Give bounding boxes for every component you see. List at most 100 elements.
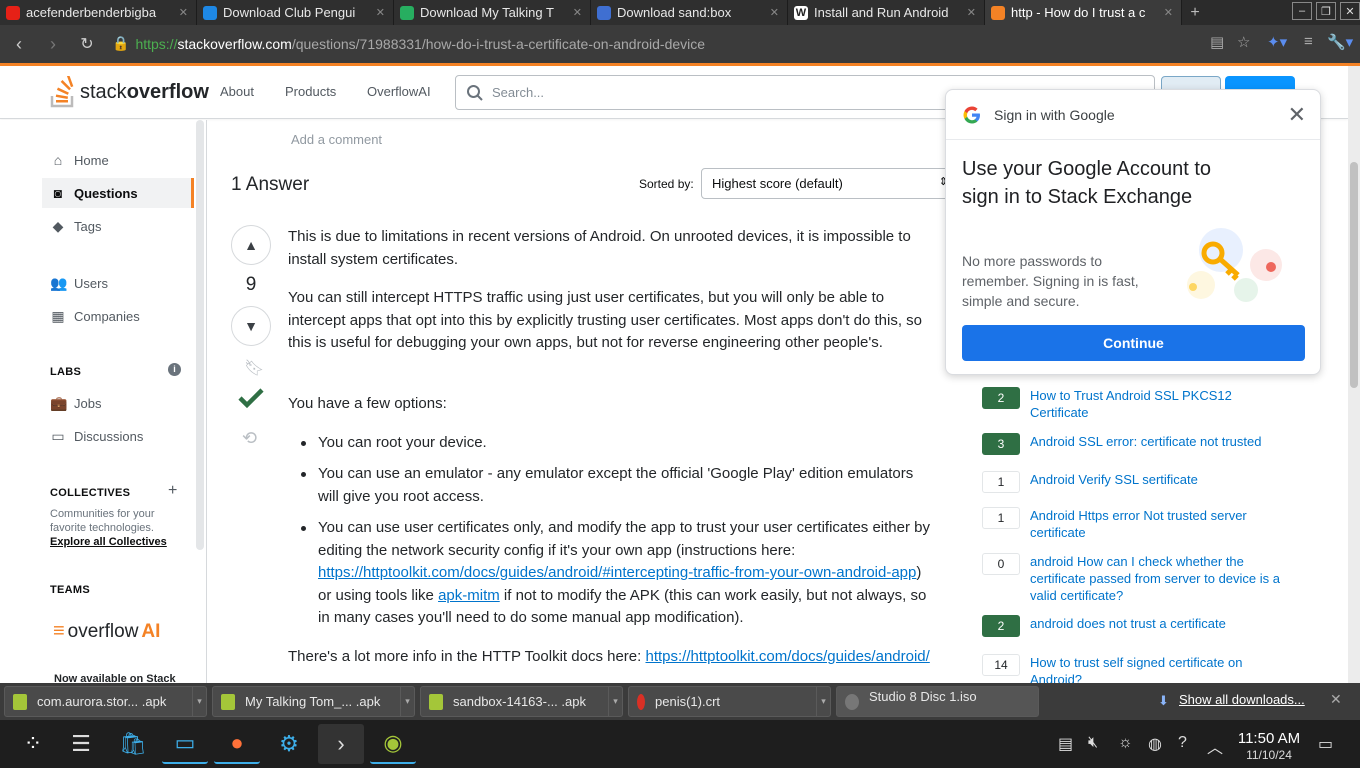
android-studio-icon[interactable]: ◉ [370, 724, 416, 764]
browser-tab[interactable]: Download My Talking T ✕ [394, 0, 591, 25]
reader-mode-icon[interactable]: ▤ [1210, 33, 1224, 51]
chevron-down-icon[interactable]: ▾ [816, 687, 830, 716]
page-scrollbar[interactable] [1348, 66, 1360, 683]
address-bar[interactable]: 🔒 https://stackoverflow.com/questions/71… [112, 31, 1262, 56]
volume-muted-icon[interactable]: 🔇︎ [1088, 734, 1098, 752]
related-question-link[interactable]: How to Trust Android SSL PKCS12 Certific… [1030, 387, 1280, 421]
terminal-icon[interactable]: › [318, 724, 364, 764]
download-item[interactable]: penis(1).crt ▾ [628, 686, 831, 717]
settings-sliders-icon[interactable]: ☰ [58, 724, 104, 764]
close-tab-icon[interactable]: ✕ [573, 6, 590, 19]
clock[interactable]: 11:50 AM 11/10/24 [1232, 731, 1306, 763]
stackoverflow-logo[interactable]: stack overflow [50, 76, 209, 108]
history-icon[interactable]: ⟲ [242, 428, 257, 449]
download-item[interactable]: com.aurora.stor... .apk ▾ [4, 686, 207, 717]
close-window-button[interactable]: ✕ [1340, 2, 1360, 20]
menu-icon[interactable]: ≡ [1304, 33, 1313, 50]
sidebar-item-discussions[interactable]: ▭ Discussions [42, 421, 194, 451]
nav-overflowai[interactable]: OverflowAI [367, 84, 431, 99]
briefcase-icon: 💼 [50, 394, 68, 411]
forward-button[interactable]: › [36, 34, 70, 55]
maximize-button[interactable]: ❐ [1316, 2, 1336, 20]
stackoverflow-icon [991, 5, 1005, 20]
close-downloads-button[interactable]: ✕ [1330, 691, 1342, 708]
nav-products[interactable]: Products [285, 84, 336, 99]
chevron-up-icon[interactable]: ︿ [1207, 734, 1223, 758]
arrow-up-icon: ▲ [244, 237, 258, 253]
sidebar-item-questions[interactable]: ◙ Questions [42, 178, 194, 208]
httptoolkit-docs-link[interactable]: https://httptoolkit.com/docs/guides/andr… [645, 648, 929, 665]
related-question-link[interactable]: android does not trust a certificate [1030, 615, 1280, 632]
related-question-link[interactable]: Android Https error Not trusted server c… [1030, 507, 1280, 541]
firefox-icon[interactable]: ● [214, 724, 260, 764]
sidebar-item-companies[interactable]: ▦ Companies [42, 301, 194, 331]
close-tab-icon[interactable]: ✕ [770, 6, 787, 19]
browser-tab[interactable]: acefenderbenderbigba ✕ [0, 0, 197, 25]
chevron-down-icon[interactable]: ▾ [192, 687, 206, 716]
app-launcher-icon[interactable]: ⁘ [10, 724, 56, 764]
upvote-button[interactable]: ▲ [231, 225, 271, 265]
show-all-downloads-link[interactable]: Show all downloads... [1179, 692, 1305, 707]
httptoolkit-android-link[interactable]: https://httptoolkit.com/docs/guides/andr… [318, 564, 916, 581]
close-tab-icon[interactable]: ✕ [967, 6, 984, 19]
close-tab-icon[interactable]: ✕ [376, 6, 393, 19]
browser-tab[interactable]: Download sand:box ✕ [591, 0, 788, 25]
apk-mitm-link[interactable]: apk-mitm [438, 587, 500, 604]
sidebar-item-tags[interactable]: ◆ Tags [42, 211, 194, 241]
system-settings-icon[interactable]: ⚙ [266, 724, 312, 764]
nav-about[interactable]: About [220, 84, 254, 99]
continue-button[interactable]: Continue [962, 325, 1305, 361]
close-tab-icon[interactable]: ✕ [1164, 6, 1181, 19]
chevron-down-icon[interactable]: ▾ [608, 687, 622, 716]
penguin-icon [203, 5, 217, 20]
info-icon[interactable]: i [168, 363, 181, 376]
download-item[interactable]: My Talking Tom_... .apk ▾ [212, 686, 415, 717]
sort-select[interactable]: Highest score (default) ⇕ [701, 168, 948, 199]
sorted-by-label: Sorted by: [639, 177, 694, 191]
reload-button[interactable]: ↻ [70, 34, 104, 54]
tools-icon[interactable]: 🔧▾ [1327, 33, 1353, 51]
browser-tab-active[interactable]: http - How do I trust a c ✕ [985, 0, 1182, 25]
close-popup-button[interactable]: ✕ [1288, 102, 1306, 128]
browser-tab[interactable]: Download Club Pengui ✕ [197, 0, 394, 25]
add-comment-link[interactable]: Add a comment [291, 132, 382, 147]
downvote-button[interactable]: ▼ [231, 306, 271, 346]
answer-count-badge: 14 [982, 654, 1020, 676]
extension-icon[interactable]: ✦▾ [1267, 33, 1287, 51]
help-icon[interactable]: ? [1178, 734, 1187, 752]
sidebar-scrollbar[interactable] [196, 120, 204, 550]
download-item[interactable]: Studio 8 Disc 1.iso [836, 686, 1039, 717]
download-item[interactable]: sandbox-14163-... .apk ▾ [420, 686, 623, 717]
scrollbar-thumb[interactable] [1350, 162, 1358, 388]
show-desktop-icon[interactable]: ▭ [1318, 734, 1333, 754]
discussions-icon: ▭ [51, 427, 65, 444]
chevron-down-icon[interactable]: ▾ [400, 687, 414, 716]
new-tab-button[interactable]: + [1182, 0, 1208, 25]
file-manager-icon[interactable]: ▭ [162, 724, 208, 764]
overflow-ai-logo[interactable]: ≡ overflow AI [53, 620, 160, 643]
related-question-link[interactable]: Android SSL error: certificate not trust… [1030, 433, 1280, 450]
close-tab-icon[interactable]: ✕ [179, 6, 196, 19]
clipboard-icon[interactable]: ▤ [1058, 734, 1073, 754]
bookmark-star-icon[interactable]: ☆ [1237, 33, 1250, 51]
sidebar-item-users[interactable]: 👥 Users [42, 268, 194, 298]
add-collective-icon[interactable]: + [168, 482, 177, 500]
collectives-heading: COLLECTIVES [50, 487, 131, 499]
back-button[interactable]: ‹ [2, 34, 36, 55]
network-icon[interactable]: ◍ [1148, 734, 1162, 754]
answer-count-badge: 1 [982, 471, 1020, 493]
minimize-button[interactable]: – [1292, 2, 1312, 20]
apk-icon [429, 693, 443, 710]
brightness-icon[interactable]: ☼ [1118, 734, 1133, 752]
bookmark-icon[interactable]: 🔖︎ [244, 358, 264, 378]
sidebar-item-home[interactable]: ⌂ Home [42, 145, 194, 175]
apk-icon [221, 693, 235, 710]
stack-icon: ≡ [53, 620, 65, 642]
related-question-link[interactable]: android How can I check whether the cert… [1030, 553, 1280, 604]
sidebar-item-jobs[interactable]: 💼 Jobs [42, 388, 194, 418]
explore-collectives-link[interactable]: Explore all Collectives [50, 536, 167, 548]
aptoide-icon [400, 5, 414, 20]
browser-tab[interactable]: W Install and Run Android ✕ [788, 0, 985, 25]
store-icon[interactable]: 🛍︎ [110, 724, 156, 764]
related-question-link[interactable]: Android Verify SSL sertificate [1030, 471, 1280, 488]
